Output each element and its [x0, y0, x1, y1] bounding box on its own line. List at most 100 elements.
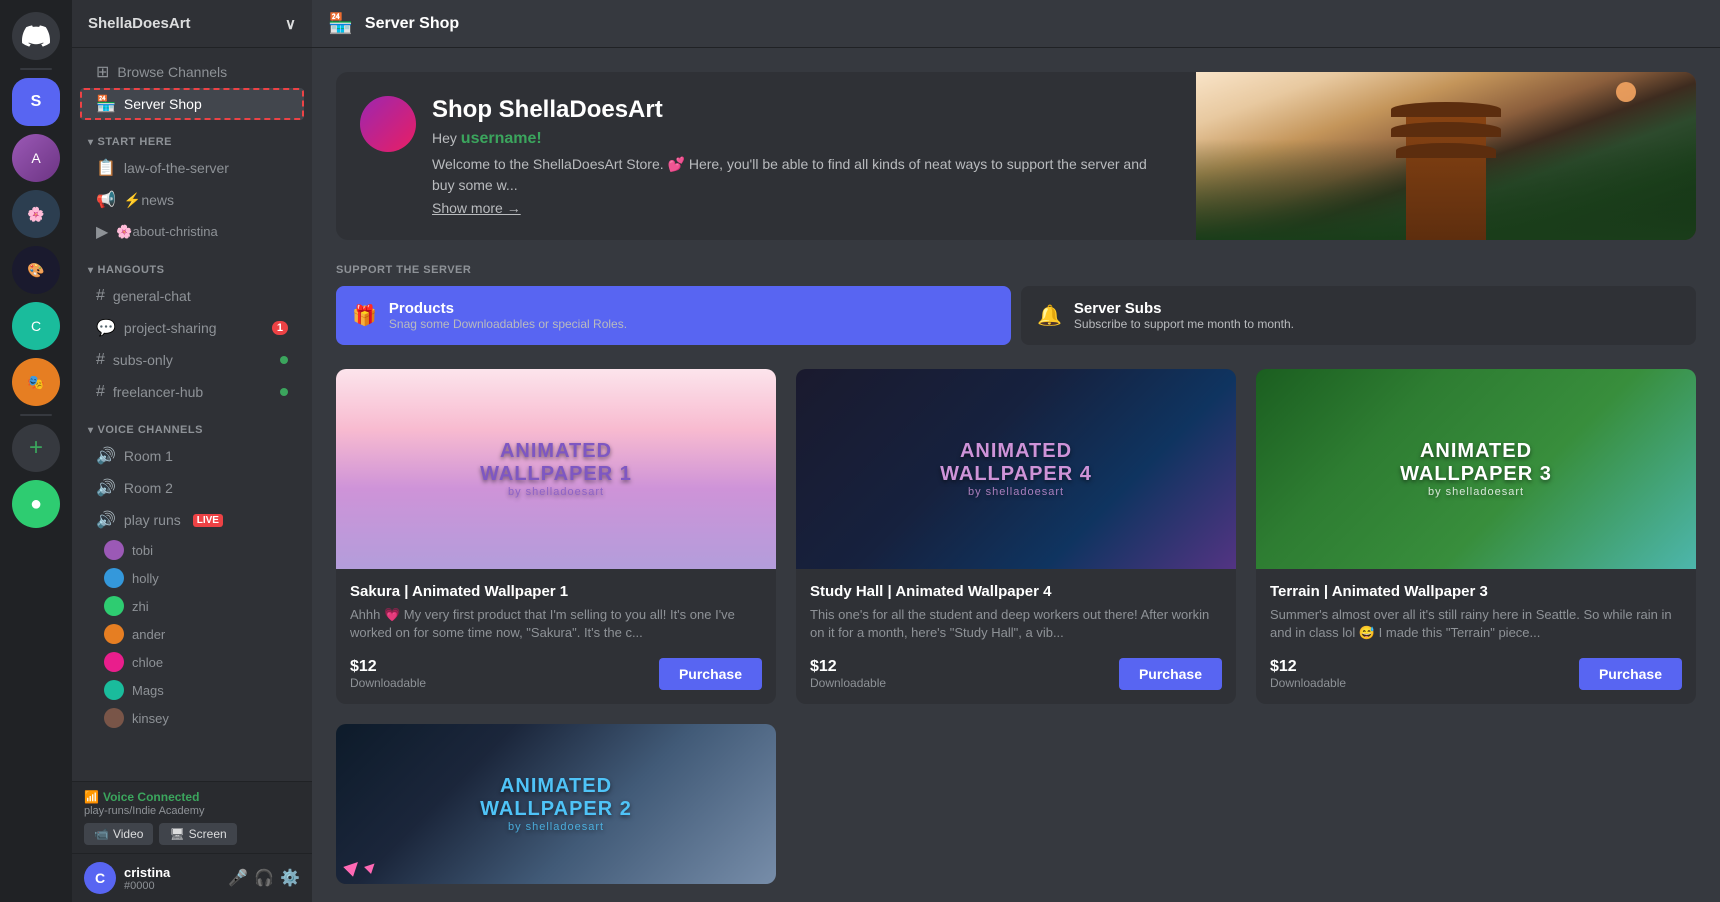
- settings-icon[interactable]: ⚙️: [280, 868, 300, 888]
- product-image-terrain: ANIMATED WALLPAPER 3 by shelladoesart: [1256, 369, 1696, 569]
- headphones-icon[interactable]: 🎧: [254, 868, 274, 888]
- server-icon-green[interactable]: ●: [12, 480, 60, 528]
- section-start-here[interactable]: ▾ START HERE: [72, 120, 312, 152]
- discord-home-icon[interactable]: [12, 12, 60, 60]
- user-info: cristina #0000: [124, 865, 220, 892]
- main-area: 🏪 Server Shop Shop ShellaDoesArt Hey use…: [312, 0, 1720, 902]
- section-hangouts[interactable]: ▾ HANGOUTS: [72, 248, 312, 280]
- live-badge: LIVE: [193, 514, 223, 527]
- channel-general-chat[interactable]: # general-chat: [80, 280, 304, 312]
- product-card-body-sakura: Sakura | Animated Wallpaper 1 Ahhh 💗 My …: [336, 569, 776, 704]
- shop-text: Shop ShellaDoesArt Hey username! Welcome…: [432, 96, 1172, 216]
- purchase-button-terrain[interactable]: Purchase: [1579, 658, 1682, 690]
- server-icon-shelly[interactable]: S: [12, 78, 60, 126]
- main-header-title: Server Shop: [365, 15, 459, 33]
- sidebar-item-browse-channels[interactable]: ⊞ Browse Channels: [80, 56, 304, 88]
- server-icon-2[interactable]: A: [12, 134, 60, 182]
- user-bar: C cristina #0000 🎤 🎧 ⚙️: [72, 853, 312, 902]
- tab-products[interactable]: 🎁 Products Snag some Downloadables or sp…: [336, 286, 1011, 345]
- add-server-button[interactable]: +: [12, 424, 60, 472]
- user-controls: 🎤 🎧 ⚙️: [228, 868, 300, 888]
- user-discriminator: #0000: [124, 880, 220, 892]
- voice-user-name: ander: [132, 627, 165, 642]
- channel-sidebar: ShellaDoesArt ∨ ⊞ Browse Channels 🏪 Serv…: [72, 0, 312, 902]
- browse-channels-label: Browse Channels: [117, 64, 227, 80]
- channel-label: subs-only: [113, 352, 173, 368]
- section-hangouts-label: HANGOUTS: [98, 264, 165, 276]
- purchase-button-sakura[interactable]: Purchase: [659, 658, 762, 690]
- voice-user-holly[interactable]: holly: [72, 564, 312, 592]
- voice-user-chloe[interactable]: chloe: [72, 648, 312, 676]
- channel-label: freelancer-hub: [113, 384, 203, 400]
- shop-header-info: Shop ShellaDoesArt Hey username! Welcome…: [336, 72, 1196, 240]
- channel-law-of-the-server[interactable]: 📋 law-of-the-server: [80, 152, 304, 184]
- voice-channel-label: Room 1: [124, 448, 173, 464]
- voice-user-tobi[interactable]: tobi: [72, 536, 312, 564]
- section-voice-channels[interactable]: ▾ VOICE CHANNELS: [72, 408, 312, 440]
- product-card-body-study-hall: Study Hall | Animated Wallpaper 4 This o…: [796, 569, 1236, 704]
- wallpaper-line2: WALLPAPER 3: [1400, 463, 1552, 486]
- shop-greeting-username: username!: [461, 130, 542, 147]
- product-image-sakura: ANIMATED WALLPAPER 1 by shelladoesart: [336, 369, 776, 569]
- screen-button[interactable]: 🖥 Screen: [159, 823, 236, 845]
- channel-about-christina[interactable]: ▶ 🌸about-christina: [80, 216, 304, 248]
- server-subs-tab-title: Server Subs: [1074, 300, 1294, 317]
- price-block-sakura: $12 Downloadable: [350, 658, 426, 690]
- server-icon-6[interactable]: 🎭: [12, 358, 60, 406]
- server-header[interactable]: ShellaDoesArt ∨: [72, 0, 312, 48]
- product-price-study-hall: $12: [810, 658, 886, 676]
- server-icon-4[interactable]: 🎨: [12, 246, 60, 294]
- browse-channels-icon: ⊞: [96, 62, 109, 82]
- channel-label: project-sharing: [124, 320, 217, 336]
- voice-user-kinsey[interactable]: kinsey: [72, 704, 312, 732]
- purchase-button-study-hall[interactable]: Purchase: [1119, 658, 1222, 690]
- voice-connected-bar: 📶 Voice Connected play-runs/Indie Academ…: [72, 781, 312, 853]
- channel-freelancer-hub[interactable]: # freelancer-hub: [80, 376, 304, 408]
- product-image-study-hall: ANIMATED WALLPAPER 4 by shelladoesart: [796, 369, 1236, 569]
- server-name: ShellaDoesArt: [88, 15, 191, 32]
- tab-server-subs[interactable]: 🔔 Server Subs Subscribe to support me mo…: [1021, 286, 1696, 345]
- voice-user-avatar: [104, 568, 124, 588]
- channel-subs-only[interactable]: # subs-only: [80, 344, 304, 376]
- channel-project-sharing[interactable]: 💬 project-sharing 1: [80, 312, 304, 344]
- server-icon-5[interactable]: C: [12, 302, 60, 350]
- show-more-link[interactable]: Show more →: [432, 200, 1172, 216]
- shop-header-icon: 🏪: [328, 11, 353, 36]
- support-tabs: 🎁 Products Snag some Downloadables or sp…: [336, 286, 1696, 345]
- voice-user-name: zhi: [132, 599, 149, 614]
- channel-news[interactable]: 📢 ⚡news: [80, 184, 304, 216]
- voice-user-avatar: [104, 652, 124, 672]
- voice-user-zhi[interactable]: zhi: [72, 592, 312, 620]
- section-start-here-label: START HERE: [98, 136, 172, 148]
- server-icon-3[interactable]: 🌸: [12, 190, 60, 238]
- voice-user-mags[interactable]: Mags: [72, 676, 312, 704]
- products-tab-text: Products Snag some Downloadables or spec…: [389, 300, 627, 331]
- shop-description: Welcome to the ShellaDoesArt Store. 💕 He…: [432, 154, 1172, 196]
- product-footer-study-hall: $12 Downloadable Purchase: [810, 658, 1222, 690]
- products-tab-subtitle: Snag some Downloadables or special Roles…: [389, 317, 627, 331]
- voice-connected-channel: play-runs/Indie Academy: [84, 805, 300, 817]
- voice-channel-label: Room 2: [124, 480, 173, 496]
- voice-connected-label: Voice Connected: [103, 790, 199, 804]
- shop-header-card: Shop ShellaDoesArt Hey username! Welcome…: [336, 72, 1696, 240]
- voice-action-buttons: 📹 Video 🖥 Screen: [84, 823, 300, 845]
- product-desc-sakura: Ahhh 💗 My very first product that I'm se…: [350, 606, 762, 646]
- chat-icon: 💬: [96, 318, 116, 338]
- products-tab-title: Products: [389, 300, 627, 317]
- voice-user-ander[interactable]: ander: [72, 620, 312, 648]
- server-subs-tab-icon: 🔔: [1037, 303, 1062, 328]
- wallpaper-line2: WALLPAPER 2: [480, 798, 632, 821]
- product-type-terrain: Downloadable: [1270, 676, 1346, 690]
- voice-channel-room1[interactable]: 🔊 Room 1: [80, 440, 304, 472]
- voice-user-avatar: [104, 624, 124, 644]
- video-button[interactable]: 📹 Video: [84, 823, 153, 845]
- microphone-icon[interactable]: 🎤: [228, 868, 248, 888]
- voice-channel-room2[interactable]: 🔊 Room 2: [80, 472, 304, 504]
- wallpaper-sakura-label: ANIMATED WALLPAPER 1 by shelladoesart: [480, 440, 632, 498]
- sidebar-item-server-shop[interactable]: 🏪 Server Shop: [80, 88, 304, 120]
- voice-channel-play-runs[interactable]: 🔊 play runs LIVE: [80, 504, 304, 536]
- product-card-terrain: ANIMATED WALLPAPER 3 by shelladoesart Te…: [1256, 369, 1696, 704]
- channel-label: 🌸about-christina: [116, 224, 217, 240]
- product-price-terrain: $12: [1270, 658, 1346, 676]
- voice-channel-label: play runs: [124, 512, 181, 528]
